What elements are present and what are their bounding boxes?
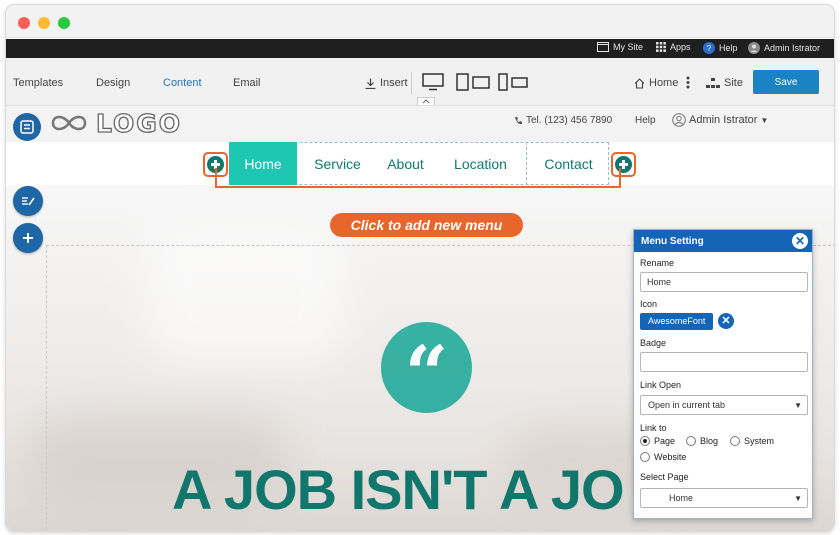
link-open-value: Open in current tab	[648, 400, 726, 410]
my-site-label: My Site	[613, 42, 644, 52]
caret-down-icon: ▼	[760, 115, 769, 125]
hero-headline[interactable]: A JOB ISN'T A JO	[172, 457, 625, 522]
quote-badge: “	[381, 322, 472, 413]
callout-text: Click to add new menu	[350, 217, 503, 233]
tab-templates[interactable]: Templates	[13, 77, 63, 89]
caret-down-icon: ▼	[794, 494, 802, 503]
caret-down-icon: ▼	[794, 401, 802, 410]
admin-bar: My Site Apps ? Help Admin Istrator	[6, 39, 834, 58]
quote-icon: “	[404, 329, 449, 418]
icon-label: Icon	[640, 299, 658, 309]
radio-label: Website	[654, 452, 687, 462]
more-vertical-icon[interactable]	[686, 76, 690, 89]
tab-design[interactable]: Design	[96, 77, 130, 89]
site-help-link[interactable]: Help	[635, 115, 656, 126]
insert-label: Insert	[380, 77, 408, 89]
badge-input[interactable]	[640, 352, 808, 372]
badge-label: Badge	[640, 338, 667, 348]
admin-user-label: Admin Istrator	[764, 43, 821, 53]
tablet-view-icon[interactable]	[456, 73, 490, 91]
phone-info: Tel. (123) 456 7890	[514, 115, 612, 126]
window-titlebar	[6, 5, 834, 38]
site-user-label: Admin Istrator	[689, 114, 758, 126]
phone-number: Tel. (123) 456 7890	[526, 115, 613, 126]
add-section-button[interactable]	[13, 223, 43, 253]
close-window-button[interactable]	[18, 17, 30, 29]
mobile-view-icon[interactable]	[498, 73, 528, 91]
link-to-label: Link to	[640, 423, 667, 433]
select-page-label: Select Page	[640, 472, 689, 482]
help-icon: ?	[703, 42, 715, 54]
help-label: Help	[719, 43, 738, 53]
my-site-link[interactable]: My Site	[597, 42, 643, 52]
radio-website[interactable]: Website	[640, 452, 686, 462]
toolbar-divider	[411, 72, 412, 94]
plus-icon	[23, 233, 33, 243]
callout-bracket	[215, 168, 621, 188]
apps-label: Apps	[670, 42, 691, 52]
radio-label: Blog	[700, 436, 719, 446]
edit-list-icon	[22, 197, 35, 206]
grid-icon	[656, 42, 666, 52]
apps-link[interactable]: Apps	[656, 42, 691, 52]
rename-label: Rename	[640, 258, 675, 268]
maximize-window-button[interactable]	[58, 17, 70, 29]
close-icon[interactable]: ✕	[792, 233, 808, 249]
radio-circle	[686, 436, 696, 446]
callout-label: Click to add new menu	[330, 213, 523, 237]
phone-icon	[515, 117, 522, 125]
link-open-label: Link Open	[640, 380, 682, 390]
admin-user-menu[interactable]: Admin Istrator	[748, 42, 820, 54]
home-icon	[634, 77, 645, 89]
site-structure-button[interactable]: Site	[706, 77, 743, 89]
radio-label: Page	[654, 436, 676, 446]
panel-title: Menu Setting	[641, 236, 704, 247]
radio-circle	[640, 436, 650, 446]
radio-label: System	[744, 436, 775, 446]
radio-page[interactable]: Page	[640, 436, 675, 446]
infinity-logo-icon	[51, 115, 87, 131]
layout-icon	[20, 120, 34, 134]
svg-text:?: ?	[707, 44, 712, 53]
sitemap-icon	[706, 77, 720, 88]
radio-system[interactable]: System	[730, 436, 774, 446]
tab-content[interactable]: Content	[163, 77, 202, 89]
avatar-icon	[748, 42, 760, 54]
minimize-window-button[interactable]	[38, 17, 50, 29]
edit-section-button[interactable]	[13, 186, 43, 216]
link-open-select[interactable]: Open in current tab ▼	[640, 395, 808, 415]
user-icon	[672, 113, 686, 127]
insert-button[interactable]: Insert	[365, 77, 408, 89]
radio-blog[interactable]: Blog	[686, 436, 718, 446]
site-label: Site	[724, 77, 743, 89]
tab-email[interactable]: Email	[233, 77, 261, 89]
site-header: LOGO Tel. (123) 456 7890 Help Admin Istr…	[6, 106, 834, 142]
select-page-select[interactable]: Home ▼	[640, 488, 808, 508]
page-settings-button[interactable]	[13, 113, 41, 141]
site-user-menu[interactable]: Admin Istrator ▼	[672, 113, 768, 127]
save-button[interactable]: Save	[753, 70, 819, 94]
editor-toolbar: Templates Design Content Email Insert Ho…	[6, 58, 834, 106]
rename-input[interactable]	[640, 272, 808, 292]
home-page-selector[interactable]: Home	[634, 77, 678, 89]
icon-chip[interactable]: AwesomeFont	[640, 313, 714, 330]
desktop-view-icon[interactable]	[422, 73, 444, 91]
radio-circle	[730, 436, 740, 446]
radio-circle	[640, 452, 650, 462]
help-link[interactable]: ? Help	[703, 42, 738, 54]
app-window: My Site Apps ? Help Admin Istrator Templ…	[6, 5, 834, 531]
chevron-up-icon[interactable]	[417, 97, 435, 105]
home-label: Home	[649, 77, 679, 89]
site-logo[interactable]: LOGO	[95, 108, 182, 138]
menu-setting-panel: Menu Setting ✕ Rename Icon AwesomeFont ✕…	[633, 229, 813, 519]
remove-icon[interactable]: ✕	[718, 313, 734, 329]
select-page-value: Home	[669, 493, 694, 503]
download-icon	[365, 78, 376, 89]
window-icon	[597, 42, 609, 52]
panel-header: Menu Setting ✕	[634, 230, 812, 252]
